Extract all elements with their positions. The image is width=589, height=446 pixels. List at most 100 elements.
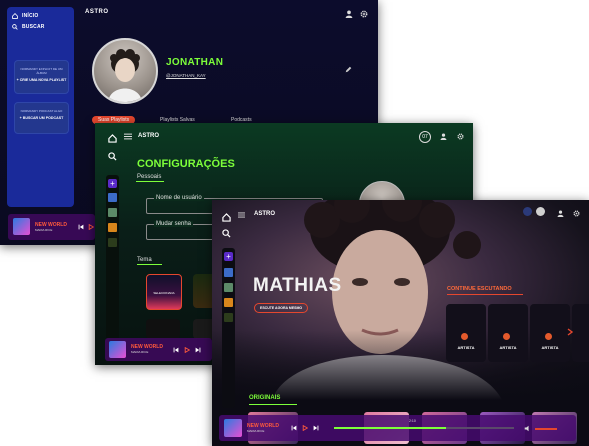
artist-card[interactable]: ARTISTA xyxy=(446,304,486,362)
library-item[interactable] xyxy=(108,238,117,247)
play-icon[interactable] xyxy=(302,425,308,431)
continue-heading: CONTINUE ESCUTANDO xyxy=(447,286,512,292)
album-cover[interactable] xyxy=(13,218,30,235)
album-cover[interactable] xyxy=(224,419,242,437)
search-button[interactable] xyxy=(106,150,119,163)
library-item[interactable] xyxy=(108,223,117,232)
add-button[interactable]: + xyxy=(224,252,233,261)
theme-option[interactable] xyxy=(146,319,180,339)
sidebar: INÍCIO BUSCAR NORMANDY EXPLICIT DE UM ÁL… xyxy=(7,7,74,207)
notification-icon[interactable] xyxy=(523,207,532,216)
artist-dot-icon xyxy=(545,333,552,340)
search-icon xyxy=(108,152,117,161)
play-icon[interactable] xyxy=(184,347,190,353)
section-underline xyxy=(249,404,297,405)
library-item[interactable] xyxy=(224,313,233,322)
elapsed-time: 2:10 xyxy=(409,419,416,423)
library-item[interactable] xyxy=(224,283,233,292)
user-icon[interactable] xyxy=(440,133,447,140)
gear-icon[interactable] xyxy=(360,10,368,18)
library-item[interactable] xyxy=(108,208,117,217)
home-icon xyxy=(12,13,18,19)
menu-icon[interactable] xyxy=(124,133,132,140)
library-item[interactable] xyxy=(224,268,233,277)
song-artist: MARIA RICE xyxy=(35,228,53,232)
player-bar: NEW WORLD MARIA RICE xyxy=(8,214,95,240)
user-icon[interactable] xyxy=(345,10,353,18)
menu-icon[interactable] xyxy=(238,212,245,218)
artist-window: ASTRO + MATHIAS ESCUTE AGORA MESMO CONTI… xyxy=(212,200,589,446)
nav-item-label: INÍCIO xyxy=(22,13,39,19)
volume-slider[interactable] xyxy=(535,428,557,430)
artist-card-partial[interactable] xyxy=(572,304,589,362)
section-personal: Pessoais xyxy=(137,174,162,180)
search-podcast-card: NORMANDY PODCAST ALGO + BUSCAR UM PODCAS… xyxy=(14,102,69,134)
artist-card[interactable]: ARTISTA xyxy=(530,304,570,362)
artist-hero xyxy=(212,200,589,400)
card-text: NORMANDY PODCAST ALGO xyxy=(20,109,63,113)
edit-icon[interactable] xyxy=(345,66,352,73)
artist-name: MATHIAS xyxy=(253,275,342,296)
previous-icon[interactable] xyxy=(78,224,84,230)
previous-icon[interactable] xyxy=(173,347,179,353)
create-playlist-button[interactable]: + CRIE UMA NOVA PLAYLIST xyxy=(15,78,68,82)
player-bar: NEW WORLD MARIA RICE 2:10 xyxy=(219,415,576,441)
nav-item-home[interactable]: INÍCIO xyxy=(12,13,38,19)
progress-fill xyxy=(334,427,446,429)
library-item[interactable] xyxy=(224,298,233,307)
nav-item-label: BUSCAR xyxy=(22,24,45,30)
section-underline xyxy=(136,181,164,182)
search-podcast-button[interactable]: + BUSCAR UM PODCAST xyxy=(15,116,68,120)
play-icon[interactable] xyxy=(88,224,94,230)
artist-card-label: ARTISTA xyxy=(541,345,559,350)
app-title: ASTRO xyxy=(85,9,109,15)
previous-icon[interactable] xyxy=(291,425,297,431)
profile-handle[interactable]: @JONATHAN_KAY xyxy=(166,73,206,78)
section-underline xyxy=(447,294,523,295)
theme-option-label: SELECIONADA xyxy=(153,291,175,295)
section-underline xyxy=(137,264,162,265)
artist-card-label: ARTISTA xyxy=(457,345,475,350)
gear-icon[interactable] xyxy=(457,133,464,140)
status-icon[interactable] xyxy=(536,207,545,216)
volume-icon[interactable] xyxy=(524,425,531,432)
home-icon xyxy=(222,213,231,222)
next-icon[interactable] xyxy=(195,347,201,353)
song-artist: MARIA RICE xyxy=(131,350,149,354)
page-title: CONFIGURAÇÕES xyxy=(137,158,235,170)
notification-badge[interactable]: 07 xyxy=(419,131,431,143)
profile-name: JONATHAN xyxy=(166,57,224,68)
album-cover[interactable] xyxy=(109,341,126,358)
nav-item-search[interactable]: BUSCAR xyxy=(12,24,45,30)
theme-option-selected[interactable]: SELECIONADA xyxy=(146,274,182,310)
add-button[interactable]: + xyxy=(108,179,117,188)
app-title: ASTRO xyxy=(254,211,275,217)
artist-hero-portrait xyxy=(212,200,589,400)
home-button[interactable] xyxy=(106,132,119,145)
chevron-right-icon[interactable] xyxy=(567,328,573,336)
library-rail: + xyxy=(222,248,235,408)
create-playlist-card: NORMANDY EXPLICIT DE UM ÁLBUM + CRIE UMA… xyxy=(14,60,69,94)
artist-card-label: ARTISTA xyxy=(499,345,517,350)
user-icon[interactable] xyxy=(557,210,564,217)
artist-dot-icon xyxy=(461,333,468,340)
app-title: ASTRO xyxy=(138,133,159,139)
listen-now-button[interactable]: ESCUTE AGORA MESMO xyxy=(254,303,309,313)
player-bar: NEW WORLD MARIA RICE xyxy=(105,338,212,361)
search-icon xyxy=(12,24,18,30)
home-icon xyxy=(108,134,117,143)
avatar-portrait xyxy=(108,49,142,102)
top-icons xyxy=(345,10,368,18)
search-button[interactable] xyxy=(222,225,231,243)
artist-card[interactable]: ARTISTA xyxy=(488,304,528,362)
progress-track[interactable] xyxy=(334,427,514,429)
search-icon xyxy=(222,229,231,238)
gear-icon[interactable] xyxy=(573,210,580,217)
card-text: NORMANDY EXPLICIT DE UM ÁLBUM xyxy=(20,67,63,75)
next-icon[interactable] xyxy=(313,425,319,431)
originals-heading: ORIGINAIS xyxy=(249,395,281,401)
section-theme: Tema xyxy=(137,257,152,263)
library-item[interactable] xyxy=(108,193,117,202)
avatar[interactable] xyxy=(92,38,158,104)
artist-dot-icon xyxy=(503,333,510,340)
